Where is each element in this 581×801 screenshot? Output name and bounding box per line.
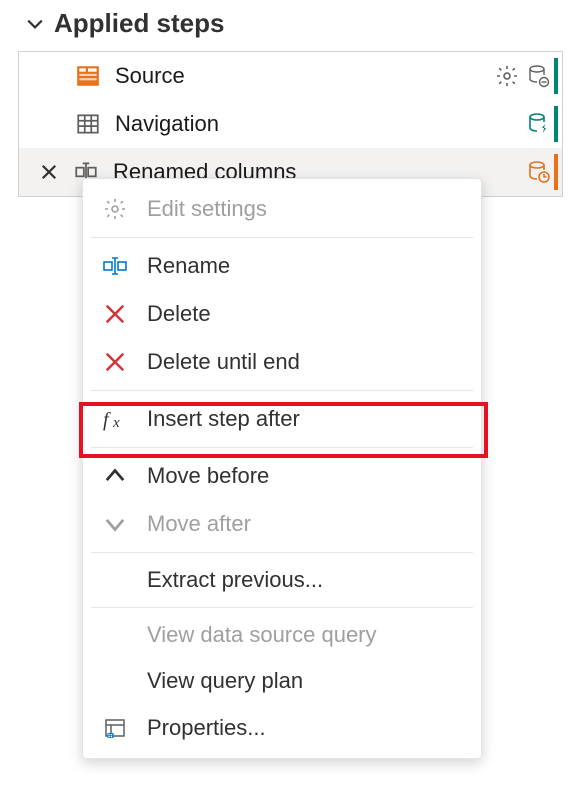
menu-extract-previous[interactable]: Extract previous... (83, 557, 481, 603)
menu-label: Extract previous... (147, 567, 323, 593)
menu-divider (91, 390, 473, 391)
menu-delete[interactable]: Delete (83, 290, 481, 338)
menu-label: Move after (147, 511, 251, 537)
menu-move-after: Move after (83, 500, 481, 548)
database-lightning-icon (526, 111, 552, 137)
context-menu: Edit settings Rename Delete Delete until… (82, 178, 482, 759)
menu-label: Edit settings (147, 196, 267, 222)
gear-icon[interactable] (494, 63, 520, 89)
step-row-source[interactable]: Source (19, 52, 562, 100)
step-row-navigation[interactable]: Navigation (19, 100, 562, 148)
menu-insert-step-after[interactable]: fx Insert step after (83, 395, 481, 443)
menu-label: Rename (147, 253, 230, 279)
menu-divider (91, 237, 473, 238)
menu-properties[interactable]: Properties... (83, 704, 481, 752)
close-icon (101, 348, 129, 376)
close-icon[interactable] (37, 160, 61, 184)
menu-rename[interactable]: Rename (83, 242, 481, 290)
menu-view-data-source-query: View data source query (83, 612, 481, 658)
menu-label: View query plan (147, 668, 303, 694)
applied-steps-header[interactable]: Applied steps (0, 0, 581, 51)
menu-delete-until-end[interactable]: Delete until end (83, 338, 481, 386)
svg-text:f: f (103, 409, 111, 431)
chevron-up-icon (101, 462, 129, 490)
menu-edit-settings: Edit settings (83, 185, 481, 233)
table-icon (75, 111, 101, 137)
svg-text:x: x (112, 415, 120, 431)
rename-icon (101, 252, 129, 280)
menu-label: Properties... (147, 715, 266, 741)
database-clock-icon (526, 159, 552, 185)
source-icon (75, 63, 101, 89)
chevron-down-icon (101, 510, 129, 538)
menu-label: Delete until end (147, 349, 300, 375)
step-label: Source (115, 63, 480, 89)
menu-divider (91, 607, 473, 608)
menu-label: Move before (147, 463, 269, 489)
step-label: Navigation (115, 111, 512, 137)
chevron-down-icon (26, 15, 44, 33)
menu-view-query-plan[interactable]: View query plan (83, 658, 481, 704)
menu-divider (91, 552, 473, 553)
menu-divider (91, 447, 473, 448)
database-remove-icon (526, 63, 552, 89)
menu-label: Insert step after (147, 406, 300, 432)
menu-label: View data source query (147, 622, 377, 648)
panel-title: Applied steps (54, 8, 224, 39)
menu-move-before[interactable]: Move before (83, 452, 481, 500)
steps-list: Source Navigation Renam (18, 51, 563, 197)
menu-label: Delete (147, 301, 211, 327)
close-icon (101, 300, 129, 328)
properties-icon (101, 714, 129, 742)
fx-icon: fx (101, 405, 129, 433)
gear-icon (101, 195, 129, 223)
